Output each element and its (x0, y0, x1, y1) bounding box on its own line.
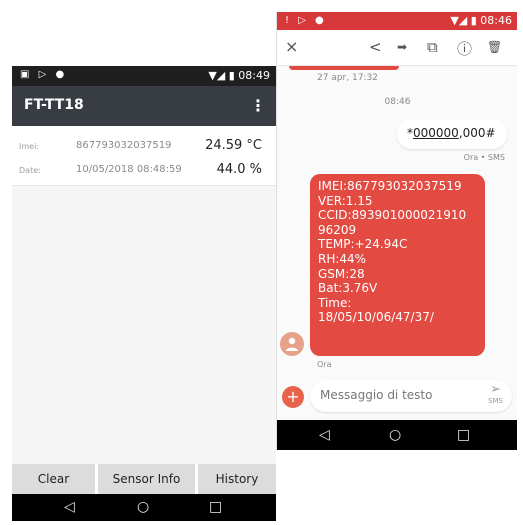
incoming-line: CCID:893901000021910 (318, 208, 467, 223)
status-time: 08:49 (238, 69, 270, 82)
previous-message-bubble[interactable] (289, 66, 399, 70)
button-bar: Clear Sensor Info History (12, 464, 276, 494)
sensor-info-button[interactable]: Sensor Info (98, 464, 195, 494)
incoming-line: GSM:28 (318, 266, 365, 281)
incoming-line: 96209 (318, 222, 357, 237)
back-icon[interactable]: ◁ (319, 427, 330, 443)
incoming-message-bubble[interactable]: IMEI:867793032037519 VER:1.15 CCID:89390… (310, 174, 485, 356)
app-bar: FT-TT18 ⋮ (12, 86, 276, 126)
imei-value: 867793032037519 (76, 140, 172, 151)
status-time: 08:46 (480, 14, 512, 27)
earlier-timestamp: 27 apr, 17:32 (317, 73, 378, 83)
info-icon[interactable]: ⓘ (457, 38, 472, 59)
overflow-menu-icon[interactable]: ⋮ (250, 96, 266, 115)
imei-row: Imei: 867793032037519 24.59 °C (12, 134, 276, 158)
incoming-meta: Ora (317, 360, 332, 369)
sensor-reading-card[interactable]: Imei: 867793032037519 24.59 °C Date: 10/… (12, 132, 276, 186)
back-icon[interactable]: ◁ (64, 499, 75, 515)
left-status-bar: ▣ ▷ ● ▼◢ ▮ 08:49 (12, 66, 276, 86)
left-navigation-bar: ◁ ○ □ (12, 494, 276, 521)
delete-icon[interactable]: 🗑 (487, 40, 502, 54)
outgoing-meta: Ora • SMS (463, 153, 505, 162)
incoming-line: RH:44% (318, 251, 367, 266)
right-status-bar: ! ▷ ● ▼◢ ▮ 08:46 (277, 12, 517, 30)
humidity-value: 44.0 % (216, 162, 262, 177)
outgoing-suffix: ,000# (458, 126, 496, 140)
notification-icons: ! ▷ ● (285, 15, 327, 26)
message-placeholder: Messaggio di testo (320, 388, 433, 402)
home-icon[interactable]: ○ (389, 427, 401, 443)
right-navigation-bar: ◁ ○ □ (277, 420, 517, 450)
recents-icon[interactable]: □ (209, 499, 222, 515)
temperature-value: 24.59 °C (205, 138, 262, 153)
date-value: 10/05/2018 08:48:59 (76, 164, 182, 175)
incoming-line: Bat:3.76V (318, 281, 378, 296)
compose-bar: + Messaggio di testo ➢ SMS (277, 376, 517, 418)
incoming-line: IMEI:867793032037519 (318, 179, 462, 193)
home-icon[interactable]: ○ (137, 499, 149, 515)
date-label: Date: (19, 166, 41, 175)
share-icon[interactable]: < (369, 38, 382, 56)
date-row: Date: 10/05/2018 08:48:59 44.0 % (12, 158, 276, 182)
copy-icon[interactable]: ⧉ (427, 38, 438, 56)
time-divider: 08:46 (384, 97, 411, 107)
incoming-line: Time: (318, 295, 352, 310)
person-icon (286, 337, 298, 351)
recents-icon[interactable]: □ (457, 427, 470, 443)
clear-button[interactable]: Clear (12, 464, 95, 494)
close-icon[interactable]: × (285, 37, 298, 56)
status-right: ▼◢ ▮ 08:46 (450, 14, 512, 27)
screenshot-root: ▣ ▷ ● ▼◢ ▮ 08:49 FT-TT18 ⋮ Imei: 8677930… (0, 0, 523, 525)
send-icon: ➢ (490, 382, 501, 397)
signal-battery-icon: ▼◢ ▮ (208, 69, 235, 82)
outgoing-message-bubble[interactable]: *000000,000# (397, 119, 507, 149)
incoming-line: VER:1.15 (318, 193, 373, 208)
send-sms-label: SMS (488, 397, 503, 405)
readings-list-area (12, 186, 276, 466)
left-phone-screen: ▣ ▷ ● ▼◢ ▮ 08:49 FT-TT18 ⋮ Imei: 8677930… (12, 66, 276, 521)
incoming-line: TEMP:+24.94C (318, 237, 408, 252)
notification-icons: ▣ ▷ ● (20, 69, 68, 80)
right-phone-screen: ! ▷ ● ▼◢ ▮ 08:46 × < ➡ ⧉ ⓘ 🗑 27 apr, 17:… (276, 12, 517, 450)
imei-label: Imei: (19, 142, 39, 151)
history-button[interactable]: History (198, 464, 276, 494)
outgoing-message-text: *000000,000# (407, 126, 496, 140)
outgoing-code-link[interactable]: 000000 (413, 126, 459, 140)
add-attachment-icon[interactable]: + (282, 386, 304, 408)
message-input[interactable]: Messaggio di testo ➢ SMS (310, 380, 512, 412)
status-right: ▼◢ ▮ 08:49 (208, 69, 270, 82)
incoming-message-text: IMEI:867793032037519 VER:1.15 CCID:89390… (310, 179, 466, 325)
send-button[interactable]: ➢ SMS (488, 382, 503, 406)
incoming-line: 18/05/10/06/47/37/ (318, 310, 434, 325)
signal-battery-icon: ▼◢ ▮ (450, 14, 477, 27)
app-title: FT-TT18 (24, 97, 84, 113)
forward-icon[interactable]: ➡ (397, 40, 407, 54)
contact-avatar[interactable] (280, 332, 304, 356)
message-action-toolbar: × < ➡ ⧉ ⓘ 🗑 (277, 30, 517, 66)
